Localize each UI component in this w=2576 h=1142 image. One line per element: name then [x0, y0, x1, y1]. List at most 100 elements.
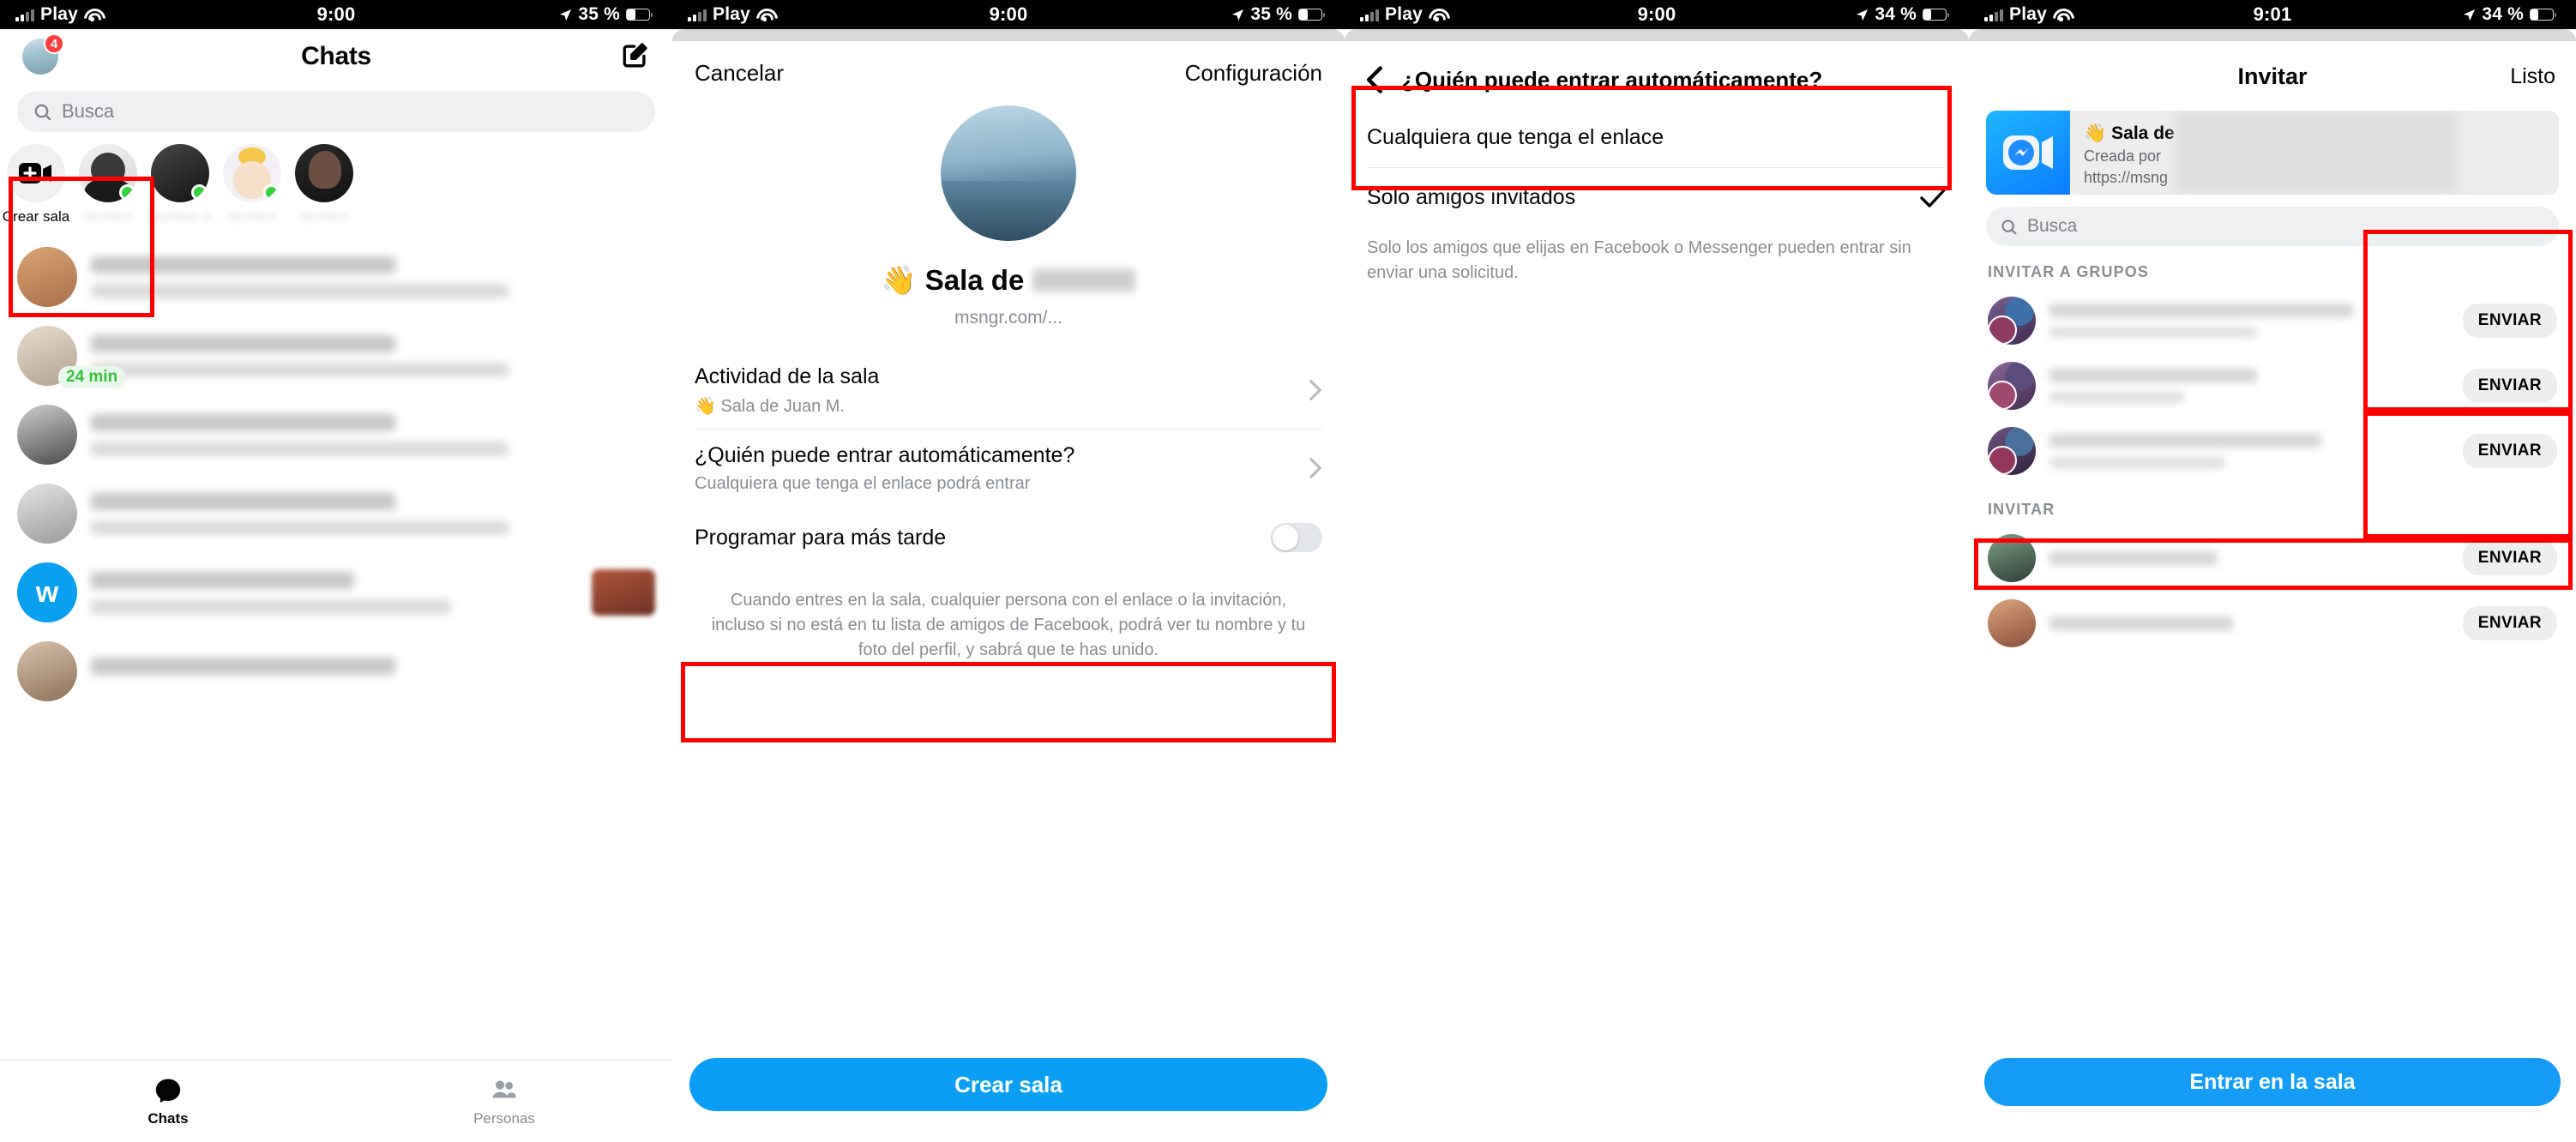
page-title: Chats [301, 42, 371, 70]
story-item[interactable]: Nombre [288, 144, 360, 225]
sheet-handle[interactable] [1969, 29, 2576, 41]
option-invited-friends-only[interactable]: Solo amigos invitados [1345, 168, 1969, 227]
story-label: Nombre [298, 208, 351, 225]
chat-preview [91, 334, 655, 377]
list-item[interactable]: ENVIAR [1969, 526, 2576, 591]
option-anyone-with-link[interactable]: Cualquiera que tenga el enlace [1345, 108, 1969, 167]
chat-preview [91, 571, 578, 614]
avatar [151, 144, 209, 202]
avatar [1988, 427, 2036, 475]
row-title: ¿Quién puede entrar automáticamente? [695, 443, 1075, 467]
carrier-label: Play [2009, 4, 2047, 24]
carrier-label: Play [713, 4, 750, 24]
send-invite-button[interactable]: ENVIAR [2462, 304, 2557, 338]
avatar [1988, 297, 2036, 345]
send-invite-button[interactable]: ENVIAR [2462, 541, 2557, 575]
stories-row[interactable]: Crear sala Nombre Nombre A Nombre Nombre [0, 132, 672, 229]
option-label: Solo amigos invitados [1367, 185, 1576, 209]
chevron-right-icon [1309, 457, 1322, 478]
avatar: w [17, 562, 77, 622]
avatar [1988, 362, 2036, 410]
join-options[interactable]: Cualquiera que tenga el enlace Solo amig… [1345, 108, 1969, 227]
create-room-button[interactable]: Crear sala [689, 1058, 1327, 1111]
list-item[interactable]: ENVIAR [1969, 418, 2576, 484]
create-room-sheet: Cancelar Configuración 👋 Sala de msngr.c… [672, 29, 1345, 1142]
tab-chats[interactable]: Chats [0, 1061, 336, 1142]
panel-who-can-join: Play 9:00 34 % ¿Quién puede entrar autom… [1345, 0, 1969, 1142]
list-item[interactable] [0, 474, 672, 553]
row-schedule-later[interactable]: Programar para más tarde [672, 506, 1345, 569]
wifi-icon [756, 9, 773, 21]
chevron-left-icon[interactable] [1365, 65, 1384, 94]
schedule-toggle[interactable] [1271, 523, 1322, 552]
list-item[interactable]: ENVIAR [1969, 353, 2576, 418]
send-invite-button[interactable]: ENVIAR [2462, 434, 2557, 468]
bottom-tab-bar[interactable]: Chats Personas [0, 1060, 672, 1142]
status-bar-2: Play 9:00 35 % [672, 0, 1345, 29]
search-input[interactable]: Busca [17, 91, 655, 132]
who-nav-bar: ¿Quién puede entrar automáticamente? [1345, 41, 1969, 108]
tab-personas[interactable]: Personas [336, 1061, 672, 1142]
panel-create-room: Play 9:00 35 % Cancelar Configuración 👋 … [672, 0, 1345, 1142]
online-dot [263, 184, 280, 201]
list-item[interactable]: ENVIAR [1969, 288, 2576, 353]
row-room-activity[interactable]: Actividad de la sala 👋 Sala de Juan M. [672, 351, 1345, 429]
chevron-right-icon [1309, 379, 1322, 400]
battery-label: 34 % [1875, 4, 1917, 24]
group-name [2049, 434, 2449, 468]
list-item[interactable]: w [0, 553, 672, 632]
search-input[interactable]: Busca [1986, 207, 2559, 246]
room-title-text: Sala de [924, 264, 1025, 296]
avatar [223, 144, 281, 202]
avatar [17, 641, 77, 701]
chat-preview [91, 413, 655, 456]
send-invite-button[interactable]: ENVIAR [2462, 369, 2557, 403]
search-icon [2001, 219, 2017, 234]
sheet-nav-bar: Cancelar Configuración [672, 41, 1345, 93]
attachment-thumb [592, 569, 655, 616]
battery-label: 35 % [578, 4, 620, 24]
list-item[interactable]: 24 min [0, 316, 672, 395]
messenger-rooms-icon [1986, 111, 2070, 195]
story-item[interactable]: Nombre A [144, 144, 216, 225]
status-right: 35 % [1231, 4, 1325, 25]
online-dot [119, 184, 135, 201]
row-who-can-join[interactable]: ¿Quién puede entrar automáticamente? Cua… [672, 430, 1345, 506]
sheet-handle[interactable] [1345, 29, 1969, 41]
room-cover-photo[interactable] [941, 105, 1076, 241]
list-item[interactable] [0, 395, 672, 474]
story-create-room[interactable]: Crear sala [0, 144, 72, 225]
list-item[interactable] [0, 237, 672, 316]
avatar [79, 144, 137, 202]
room-link-meta: 👋 Sala de Creada por https://msng [2070, 111, 2559, 195]
sheet-handle[interactable] [672, 29, 1345, 41]
story-label: Nombre [81, 208, 135, 225]
cancel-button[interactable]: Cancelar [695, 60, 784, 87]
chats-nav-bar: 4 Chats [0, 29, 672, 84]
list-item[interactable]: ENVIAR [1969, 591, 2576, 656]
story-item[interactable]: Nombre [72, 144, 144, 225]
story-item[interactable]: Nombre [216, 144, 288, 225]
avatar [295, 144, 353, 202]
story-label: Nombre [226, 208, 279, 225]
settings-button[interactable]: Configuración [1185, 60, 1322, 87]
carrier-label: Play [40, 4, 78, 24]
row-title: Actividad de la sala [695, 364, 880, 388]
join-room-button[interactable]: Entrar en la sala [1984, 1058, 2561, 1106]
status-right: 34 % [1856, 4, 1949, 25]
compose-icon[interactable] [621, 40, 650, 74]
story-label: Crear sala [2, 208, 70, 225]
room-link-card[interactable]: 👋 Sala de Creada por https://msng [1986, 111, 2559, 195]
location-icon [2464, 9, 2476, 21]
avatar [1988, 599, 2036, 647]
room-options: Actividad de la sala 👋 Sala de Juan M. ¿… [672, 351, 1345, 569]
list-item[interactable] [0, 632, 672, 711]
section-header-people: INVITAR [1988, 501, 2055, 518]
done-button[interactable]: Listo [2510, 64, 2555, 89]
send-invite-button[interactable]: ENVIAR [2462, 606, 2557, 640]
wave-emoji: 👋 [881, 263, 917, 297]
redacted-overlay [2175, 111, 2458, 195]
room-url: msngr.com/... [954, 308, 1063, 328]
battery-icon [1298, 9, 1325, 21]
chat-list[interactable]: 24 min w [0, 237, 672, 711]
